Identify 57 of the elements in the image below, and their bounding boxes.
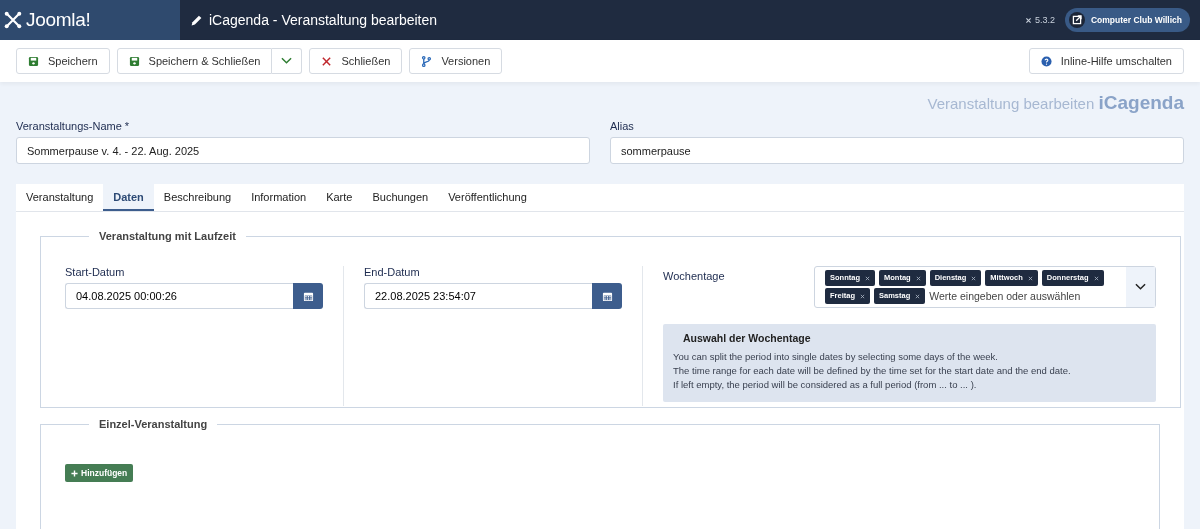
section-legend: Einzel-Veranstaltung — [89, 418, 218, 430]
text-field[interactable]: sommerpause — [610, 137, 1184, 164]
joomla-logo-icon — [4, 11, 22, 29]
logo-text[interactable]: Joomla! — [26, 9, 91, 31]
tab[interactable]: Beschreibung — [153, 184, 242, 211]
field-label: Alias — [610, 120, 635, 132]
tab[interactable]: Veranstaltung — [16, 184, 104, 211]
tab[interactable]: Veröffentlichung — [438, 184, 537, 211]
branch-icon — [421, 55, 433, 67]
info-text: If left empty, the period will be considered as a full period (from ... to ... ). — [673, 378, 978, 392]
chevron-down-icon — [281, 57, 293, 65]
info-title: Auswahl der Wochentage — [683, 332, 812, 344]
remove-icon[interactable] — [971, 275, 977, 281]
tab[interactable]: Karte — [316, 184, 363, 211]
field-label: Wochentage — [663, 270, 726, 282]
info-text: You can split the period into single dates by selecting some days of the week. — [673, 350, 999, 364]
version-label: 5.3.2 — [1034, 15, 1055, 25]
add-button[interactable]: Hinzufügen — [65, 464, 134, 482]
joomla-small-icon — [1024, 16, 1032, 24]
calendar-button[interactable] — [293, 283, 323, 309]
close-button[interactable]: Schließen — [309, 48, 403, 74]
calendar-icon — [302, 290, 314, 302]
date-field[interactable]: 22.08.2025 23:54:07 — [364, 283, 592, 309]
calendar-icon — [601, 290, 613, 302]
remove-icon[interactable] — [915, 275, 921, 281]
date-field[interactable]: 04.08.2025 00:00:26 — [65, 283, 293, 309]
close-icon — [321, 55, 333, 67]
info-text: The time range for each date will be defined by the time set for the start date and the end date. — [673, 364, 1072, 378]
help-toggle-button[interactable]: Inline-Hilfe umschalten — [1028, 48, 1184, 74]
field-label: Veranstaltungs-Name * — [16, 120, 131, 132]
save-and-close-button[interactable]: Speichern & Schließen — [116, 48, 273, 74]
calendar-button[interactable] — [592, 283, 622, 309]
tab[interactable]: Daten — [103, 184, 154, 211]
chevron-down-icon — [1135, 283, 1146, 291]
save-icon — [28, 55, 39, 67]
remove-icon[interactable] — [1027, 275, 1033, 281]
dropdown-toggle[interactable] — [272, 48, 303, 74]
external-link-icon — [1068, 12, 1085, 28]
tab[interactable]: Buchungen — [362, 184, 439, 211]
field-label: End-Datum — [364, 266, 421, 278]
save-button[interactable]: Speichern — [16, 48, 110, 74]
save-icon — [128, 55, 140, 67]
section-legend: Veranstaltung mit Laufzeit — [89, 230, 246, 242]
remove-icon[interactable] — [865, 275, 870, 281]
component-heading: Veranstaltung bearbeiten iCagenda — [927, 92, 1184, 114]
remove-icon[interactable] — [860, 293, 865, 299]
remove-icon[interactable] — [915, 293, 921, 299]
field-label: Start-Datum — [65, 266, 126, 278]
remove-icon[interactable] — [1093, 275, 1099, 281]
plus-icon — [71, 469, 78, 477]
text-field[interactable]: Sommerpause v. 4. - 22. Aug. 2025 — [16, 137, 590, 164]
help-icon — [1040, 55, 1052, 67]
page-title: iCagenda - Veranstaltung bearbeiten — [209, 12, 439, 28]
site-link-button[interactable]: Computer Club Willich — [1064, 8, 1190, 32]
versions-button[interactable]: Versionen — [409, 48, 503, 74]
tab[interactable]: Information — [241, 184, 317, 211]
pencil-icon — [190, 13, 203, 27]
